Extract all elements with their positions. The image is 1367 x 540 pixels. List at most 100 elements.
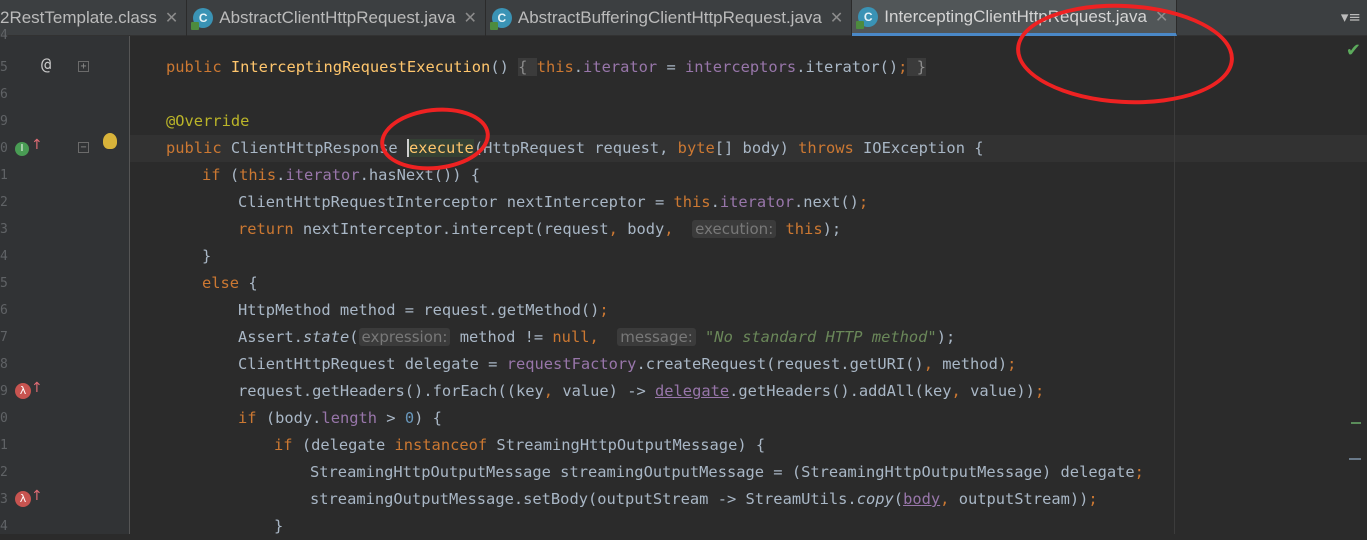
parameter-hint: message: <box>617 328 696 346</box>
line-number: 3 <box>0 492 8 507</box>
token-semicolon: ; <box>1088 490 1098 508</box>
token-text: { <box>248 274 258 292</box>
token-number: 0 <box>404 409 415 427</box>
token-comma: , <box>923 355 943 373</box>
token-semicolon: ; <box>1034 382 1045 400</box>
token-keyword: return <box>238 220 303 238</box>
code-line[interactable]: if (delegate instanceof StreamingHttpOut… <box>274 432 765 459</box>
line-number: 5 <box>0 60 8 75</box>
line-number: 8 <box>0 357 8 372</box>
token-comma: , <box>608 220 628 238</box>
code-line[interactable]: return nextInterceptor.intercept(request… <box>238 216 841 243</box>
code-line[interactable]: ClientHttpRequest delegate = requestFact… <box>238 351 1016 378</box>
code-line[interactable]: @Override <box>166 108 249 135</box>
implements-method-icon[interactable]: I <box>15 142 29 156</box>
token-text: () <box>490 58 519 76</box>
close-icon[interactable]: ✕ <box>463 8 476 28</box>
token-keyword: this <box>776 220 823 238</box>
code-line[interactable]: Assert.state(expression: method != null,… <box>238 324 955 351</box>
line-number: 6 <box>0 303 8 318</box>
code-line[interactable]: if (body.length > 0) { <box>238 405 442 432</box>
token-field: iterator <box>285 166 360 184</box>
token-text: method) <box>942 355 1008 373</box>
token-keyword: throws <box>798 139 864 157</box>
scrollbar-marker[interactable] <box>1349 458 1361 460</box>
folded-region[interactable]: { <box>518 58 537 76</box>
token-text: value)) <box>970 382 1035 400</box>
token-text: .createRequest(request.getURI() <box>636 355 924 373</box>
override-at-icon[interactable]: @ <box>41 55 51 75</box>
up-arrow-icon: ↑ <box>31 137 43 153</box>
token-text: value) -> <box>562 382 655 400</box>
tab-label: AbstractClientHttpRequest.java <box>219 8 456 27</box>
token-text: streamingOutputMessage.setBody(outputStr… <box>310 490 857 508</box>
code-line[interactable]: ClientHttpRequestInterceptor nextInterce… <box>238 189 868 216</box>
code-line[interactable]: HttpMethod method = request.getMethod(); <box>238 297 609 324</box>
token-text: ( <box>229 166 240 184</box>
code-line[interactable]: public ClientHttpResponse execute(HttpRe… <box>166 135 984 162</box>
token-text: } <box>274 517 284 535</box>
token-text: .getHeaders().addAll(key <box>729 382 952 400</box>
token-text: request.getHeaders().forEach((key <box>238 382 544 400</box>
token-keyword: this <box>239 166 277 184</box>
token-text: . <box>710 193 720 211</box>
token-text: } <box>202 247 212 265</box>
code-line[interactable]: public InterceptingRequestExecution() { … <box>166 54 926 81</box>
lambda-icon[interactable]: λ <box>15 383 31 399</box>
token-keyword: instanceof <box>394 436 497 454</box>
token-text: > <box>377 409 405 427</box>
line-number: 9 <box>0 384 8 399</box>
close-icon[interactable]: ✕ <box>165 8 178 28</box>
editor-gutter: 4 5 6 9 0 1 2 3 4 5 6 7 8 9 0 1 2 3 4 @ … <box>0 28 130 534</box>
parameter-hint: expression: <box>358 328 451 346</box>
tab-abstract-client-http-request[interactable]: C AbstractClientHttpRequest.java ✕ <box>187 0 486 36</box>
inspection-ok-check-icon[interactable]: ✔ <box>1346 40 1361 61</box>
code-line[interactable]: request.getHeaders().forEach((key, value… <box>238 378 1044 405</box>
token-field: length <box>321 409 378 427</box>
line-number: 5 <box>0 276 8 291</box>
line-number: 6 <box>0 87 8 102</box>
token-text: HttpMethod method = request.getMethod() <box>238 301 600 319</box>
tab-resttemplate-class[interactable]: 2RestTemplate.class ✕ <box>0 0 188 36</box>
lambda-icon[interactable]: λ <box>15 491 31 507</box>
lightbulb-icon[interactable] <box>103 133 117 149</box>
token-keyword: public <box>166 58 231 76</box>
token-text: (delegate <box>301 436 395 454</box>
line-number: 9 <box>0 114 8 129</box>
token-semicolon: ; <box>1007 355 1017 373</box>
tab-list-menu-icon[interactable]: ▾≡ <box>1341 8 1361 26</box>
code-editor[interactable]: public InterceptingRequestExecution() { … <box>130 36 1367 535</box>
scrollbar-marker[interactable] <box>1351 422 1361 424</box>
token-keyword: this <box>536 58 574 76</box>
folded-region[interactable]: } <box>907 58 926 76</box>
token-keyword: if <box>274 436 302 454</box>
token-comma: , <box>543 382 563 400</box>
token-text: ) { <box>414 409 442 427</box>
token-type: IOException { <box>863 139 984 157</box>
fold-collapse-icon[interactable]: − <box>78 142 89 153</box>
line-number: 1 <box>0 168 8 183</box>
code-line[interactable]: streamingOutputMessage.setBody(outputStr… <box>310 486 1098 513</box>
token-semicolon: ; <box>1134 463 1144 481</box>
token-text: outputStream)) <box>958 490 1089 508</box>
fold-expand-icon[interactable]: + <box>78 61 89 72</box>
token-text: (HttpRequest request, <box>473 139 678 157</box>
tab-label: AbstractBufferingClientHttpRequest.java <box>517 8 822 27</box>
java-class-icon: C <box>856 6 879 29</box>
code-line[interactable]: StreamingHttpOutputMessage streamingOutp… <box>310 459 1144 486</box>
token-captured-variable: body <box>903 490 941 508</box>
token-keyword: byte <box>677 139 715 157</box>
line-number: 7 <box>0 330 8 345</box>
token-text: ClientHttpRequest delegate = <box>238 355 507 373</box>
code-line[interactable]: } <box>274 513 283 540</box>
token-text: = <box>657 58 685 76</box>
close-icon[interactable]: ✕ <box>830 8 843 28</box>
code-line[interactable]: else { <box>202 270 258 297</box>
token-field: interceptors <box>685 58 797 76</box>
token-text: [] body) <box>714 139 799 157</box>
tab-abstract-buffering-client-http-request[interactable]: C AbstractBufferingClientHttpRequest.jav… <box>486 0 853 36</box>
token-comma: , <box>589 328 618 346</box>
token-text: body <box>627 220 665 238</box>
token-comma: , <box>951 382 971 400</box>
code-line[interactable]: } <box>202 243 211 270</box>
